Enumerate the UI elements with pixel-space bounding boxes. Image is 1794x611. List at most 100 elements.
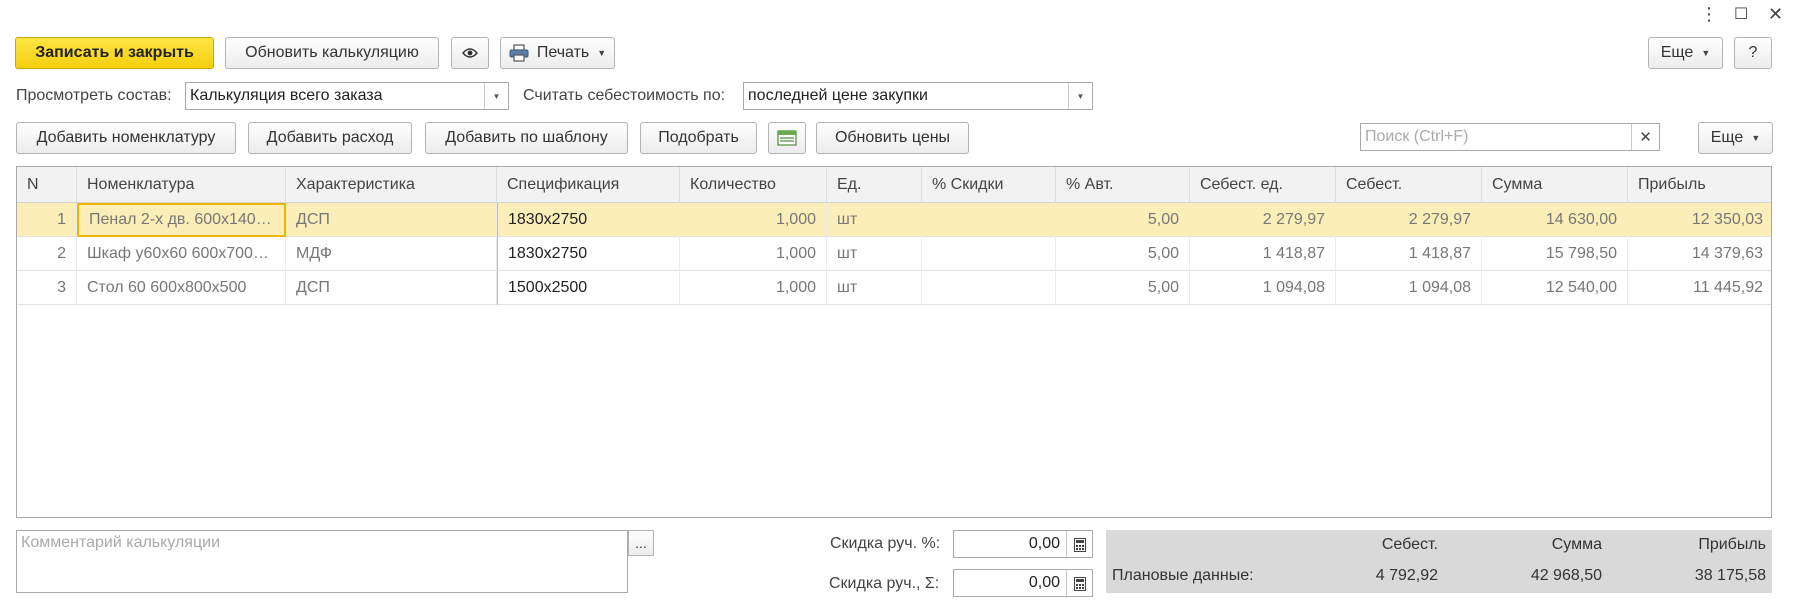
col-n[interactable]: N: [17, 167, 77, 203]
cell-cost[interactable]: 1 418,87: [1336, 237, 1482, 271]
cell-profit[interactable]: 11 445,92: [1628, 271, 1771, 305]
cell-sum[interactable]: 15 798,50: [1482, 237, 1628, 271]
add-by-template-button[interactable]: Добавить по шаблону: [425, 122, 628, 154]
cell-unit-text: шт: [837, 245, 858, 262]
cell-characteristic[interactable]: ДСП: [286, 203, 497, 237]
calculator-icon[interactable]: [1066, 531, 1092, 559]
cell-quantity[interactable]: 1,000: [680, 271, 827, 305]
cell-auto[interactable]: 5,00: [1056, 271, 1190, 305]
cell-profit[interactable]: 14 379,63: [1628, 237, 1771, 271]
cell-cost[interactable]: 2 279,97: [1336, 203, 1482, 237]
comment-edit-button[interactable]: ...: [628, 530, 654, 556]
summary-panel: Себест. Сумма Прибыль Плановые данные: 4…: [1106, 530, 1772, 593]
cell-sum[interactable]: 14 630,00: [1482, 203, 1628, 237]
calculator-icon[interactable]: [1066, 570, 1092, 598]
comment-placeholder: Комментарий калькуляции: [21, 534, 221, 551]
summary-cost-header: Себест.: [1381, 536, 1438, 553]
table-row[interactable]: 1 Пенал 2-х дв. 600x140… ДСП 1830x2750 1…: [17, 203, 1771, 237]
preview-button[interactable]: [451, 37, 489, 69]
cell-sum[interactable]: 12 540,00: [1482, 271, 1628, 305]
print-label: Печать: [536, 44, 590, 61]
cell-unit-cost[interactable]: 1 094,08: [1190, 271, 1336, 305]
summary-row-label: Плановые данные:: [1112, 567, 1254, 584]
col-discount[interactable]: % Скидки: [922, 167, 1056, 203]
cell-unit[interactable]: шт: [827, 237, 922, 271]
cell-discount[interactable]: [922, 237, 1056, 271]
cell-quantity[interactable]: 1,000: [680, 237, 827, 271]
cell-characteristic-text: ДСП: [296, 211, 330, 228]
cell-specification-text: 1830x2750: [508, 245, 588, 262]
chevron-down-icon[interactable]: ▼: [484, 83, 508, 109]
comment-field[interactable]: Комментарий калькуляции: [16, 530, 628, 593]
help-button[interactable]: ?: [1734, 37, 1772, 69]
view-composition-select[interactable]: Калькуляция всего заказа ▼: [185, 82, 509, 110]
table-row[interactable]: 3 Стол 60 600x800x500 ДСП 1500x2500 1,00…: [17, 271, 1771, 305]
cell-nomenclature[interactable]: Пенал 2-х дв. 600x140…: [77, 203, 286, 237]
search-input[interactable]: Поиск (Ctrl+F) ✕: [1360, 123, 1660, 151]
cell-specification[interactable]: 1830x2750: [497, 237, 680, 271]
col-cost[interactable]: Себест.: [1336, 167, 1482, 203]
close-icon[interactable]: ✕: [1768, 4, 1783, 25]
cell-nomenclature[interactable]: Шкаф у60х60 600х700…: [77, 237, 286, 271]
cell-profit[interactable]: 12 350,03: [1628, 203, 1771, 237]
cell-unit-cost-text: 2 279,97: [1262, 211, 1325, 228]
cell-nomenclature-text: Шкаф у60х60 600х700…: [87, 245, 269, 262]
cell-unit[interactable]: шт: [827, 271, 922, 305]
col-unit[interactable]: Ед.: [827, 167, 922, 203]
cell-sum-text: 14 630,00: [1545, 211, 1617, 228]
save-close-label: Записать и закрыть: [35, 44, 194, 61]
add-expense-button[interactable]: Добавить расход: [248, 122, 412, 154]
clear-search-icon[interactable]: ✕: [1631, 124, 1659, 150]
cell-specification[interactable]: 1830x2750: [497, 203, 680, 237]
manual-discount-pct-input[interactable]: 0,00: [953, 530, 1093, 559]
cell-nomenclature[interactable]: Стол 60 600x800x500: [77, 271, 286, 305]
cell-cost-text: 1 094,08: [1408, 279, 1471, 296]
cell-unit-text: шт: [837, 211, 858, 228]
table-row[interactable]: 2 Шкаф у60х60 600х700… МДФ 1830x2750 1,0…: [17, 237, 1771, 271]
cell-unit[interactable]: шт: [827, 203, 922, 237]
pick-button[interactable]: Подобрать: [640, 122, 757, 154]
cost-basis-select[interactable]: последней цене закупки ▼: [743, 82, 1093, 110]
col-auto[interactable]: % Авт.: [1056, 167, 1190, 203]
cell-unit-text: шт: [837, 279, 858, 296]
cell-discount[interactable]: [922, 203, 1056, 237]
table-more-button[interactable]: Еще ▼: [1698, 122, 1773, 154]
cell-cost[interactable]: 1 094,08: [1336, 271, 1482, 305]
manual-discount-pct-value: 0,00: [1028, 535, 1060, 552]
cell-discount[interactable]: [922, 271, 1056, 305]
chevron-down-icon[interactable]: ▼: [1068, 83, 1092, 109]
col-characteristic[interactable]: Характеристика: [286, 167, 497, 203]
add-nomenclature-button[interactable]: Добавить номенклатуру: [16, 122, 236, 154]
cost-basis-label: Считать себестоимость по:: [523, 87, 726, 104]
col-quantity[interactable]: Количество: [680, 167, 827, 203]
eye-icon: [462, 48, 478, 58]
save-close-button[interactable]: Записать и закрыть: [15, 37, 214, 69]
update-prices-button[interactable]: Обновить цены: [816, 122, 969, 154]
cell-auto[interactable]: 5,00: [1056, 203, 1190, 237]
col-unit-cost[interactable]: Себест. ед.: [1190, 167, 1336, 203]
summary-profit-header: Прибыль: [1698, 536, 1766, 553]
cell-unit-cost[interactable]: 2 279,97: [1190, 203, 1336, 237]
cell-specification[interactable]: 1500x2500: [497, 271, 680, 305]
pick-label: Подобрать: [658, 129, 739, 146]
cell-unit-cost[interactable]: 1 418,87: [1190, 237, 1336, 271]
col-profit[interactable]: Прибыль: [1628, 167, 1771, 203]
col-sum[interactable]: Сумма: [1482, 167, 1628, 203]
update-calc-button[interactable]: Обновить калькуляцию: [225, 37, 439, 69]
print-button[interactable]: Печать ▼: [500, 37, 615, 69]
more-options-icon[interactable]: ⋮: [1700, 4, 1718, 25]
cell-characteristic[interactable]: МДФ: [286, 237, 497, 271]
more-button[interactable]: Еще ▼: [1648, 37, 1723, 69]
cell-quantity[interactable]: 1,000: [680, 203, 827, 237]
chevron-down-icon: ▼: [1701, 48, 1711, 58]
manual-discount-sum-input[interactable]: 0,00: [953, 569, 1093, 598]
col-specification[interactable]: Спецификация: [497, 167, 680, 203]
calculation-table[interactable]: N Номенклатура Характеристика Спецификац…: [16, 166, 1772, 518]
summary-sum-header: Сумма: [1551, 536, 1602, 553]
maximize-icon[interactable]: ☐: [1734, 4, 1748, 24]
cell-auto[interactable]: 5,00: [1056, 237, 1190, 271]
col-nomenclature[interactable]: Номенклатура: [77, 167, 286, 203]
cell-characteristic[interactable]: ДСП: [286, 271, 497, 305]
cell-quantity-text: 1,000: [775, 211, 816, 228]
table-settings-button[interactable]: [768, 122, 806, 154]
